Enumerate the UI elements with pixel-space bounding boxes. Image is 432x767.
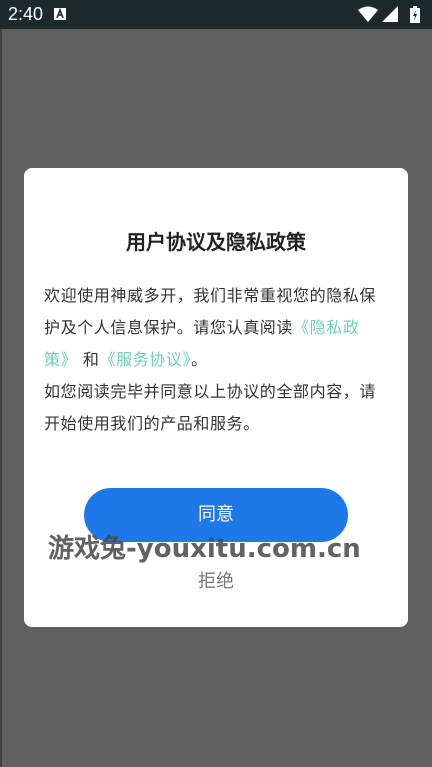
text-a-icon [54,8,66,20]
body-text: 护及个人信息保护。请您认真阅读 [44,318,294,337]
body-line-3: 策》 和《服务协议》。 [44,344,388,376]
period-text: 。 [191,350,208,369]
body-line-2: 护及个人信息保护。请您认真阅读《隐私政 [44,312,388,344]
body-line-5: 开始使用我们的产品和服务。 [44,414,260,433]
reject-button[interactable]: 拒绝 [24,567,408,593]
watermark: 游戏兔-youxitu.com.cn [48,534,361,564]
overlay-edge [0,29,2,767]
battery-icon [410,6,420,27]
service-agreement-link[interactable]: 《服务协议》 [100,350,192,369]
status-time: 2:40 [8,4,44,24]
wifi-icon [358,6,378,26]
and-text: 和 [82,350,100,369]
body-line-1: 欢迎使用神威多开，我们非常重视您的隐私保 [44,286,377,305]
privacy-policy-link-cont[interactable]: 策》 [44,350,77,369]
status-bar: 2:40 [0,0,432,29]
signal-icon [382,6,398,26]
dialog-title: 用户协议及隐私政策 [126,230,306,254]
body-line-4: 如您阅读完毕并同意以上协议的全部内容，请 [44,382,377,401]
privacy-policy-link[interactable]: 《隐私政 [293,318,359,337]
dialog-body: 欢迎使用神威多开，我们非常重视您的隐私保 护及个人信息保护。请您认真阅读《隐私政… [44,280,388,440]
